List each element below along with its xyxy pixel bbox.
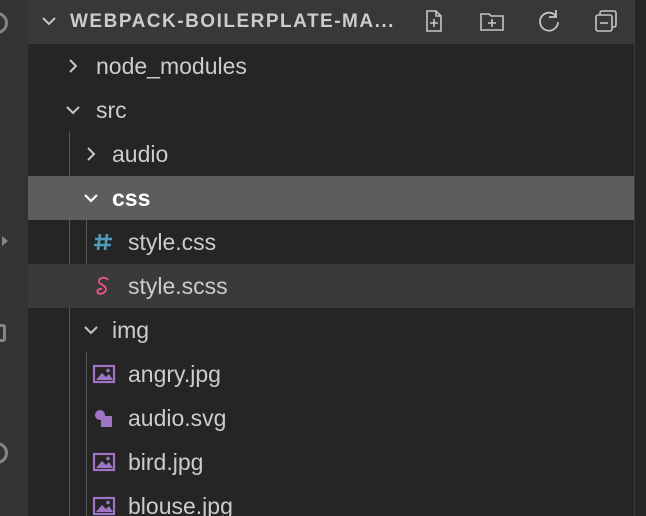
files-icon[interactable] <box>0 12 8 34</box>
new-file-icon[interactable] <box>420 7 448 35</box>
tree-item-style-scss[interactable]: style.scss <box>28 264 634 308</box>
chevron-down-icon[interactable] <box>40 12 58 30</box>
tree-item-style-css[interactable]: style.css <box>28 220 634 264</box>
chevron-right-icon <box>69 59 78 73</box>
file-tree: node_modules src audio css style.css sty… <box>28 44 634 516</box>
tree-item-label: img <box>112 317 150 343</box>
tree-item-label: audio <box>112 141 169 167</box>
tree-item-blouse-jpg[interactable]: blouse.jpg <box>28 484 634 516</box>
tree-item-bird-jpg[interactable]: bird.jpg <box>28 440 634 484</box>
chevron-down-icon <box>66 106 80 115</box>
tree-item-label: src <box>96 97 127 123</box>
tree-item-label: node_modules <box>96 53 247 79</box>
tree-item-label: bird.jpg <box>128 449 204 475</box>
image-icon <box>92 364 116 384</box>
activity-bar <box>0 0 28 516</box>
tree-item-label: style.scss <box>128 273 228 299</box>
extensions-icon[interactable] <box>0 324 6 342</box>
image-icon <box>92 496 116 516</box>
css-hash-icon <box>94 233 112 251</box>
chevron-right-icon <box>87 147 96 161</box>
svg-icon <box>95 410 112 427</box>
scrollbar-track[interactable] <box>634 0 646 516</box>
chevron-down-icon <box>84 194 98 203</box>
tree-item-src[interactable]: src <box>28 88 634 132</box>
workspace-title: WEBPACK-BOILERPLATE-MA... <box>70 11 395 32</box>
tree-item-label: audio.svg <box>128 405 227 431</box>
explorer-header[interactable]: WEBPACK-BOILERPLATE-MA... <box>28 0 634 44</box>
tree-item-node-modules[interactable]: node_modules <box>28 44 634 88</box>
tree-item-css[interactable]: css <box>28 176 634 220</box>
tree-item-label: angry.jpg <box>128 361 221 387</box>
file-explorer: WEBPACK-BOILERPLATE-MA... node_modules s… <box>0 0 646 516</box>
sass-icon <box>96 276 109 295</box>
tree-item-angry-jpg[interactable]: angry.jpg <box>28 352 634 396</box>
image-icon <box>92 452 116 472</box>
refresh-icon[interactable] <box>535 7 563 35</box>
chevron-down-icon <box>84 326 98 335</box>
tree-item-label: blouse.jpg <box>128 493 233 516</box>
new-folder-icon[interactable] <box>478 7 506 35</box>
tree-item-img[interactable]: img <box>28 308 634 352</box>
tree-item-label: css <box>112 185 151 211</box>
tree-item-audio[interactable]: audio <box>28 132 634 176</box>
account-icon[interactable] <box>0 442 8 464</box>
tree-item-audio-svg[interactable]: audio.svg <box>28 396 634 440</box>
tree-item-label: style.css <box>128 229 217 255</box>
run-icon[interactable] <box>2 236 8 246</box>
collapse-all-icon[interactable] <box>592 7 620 35</box>
